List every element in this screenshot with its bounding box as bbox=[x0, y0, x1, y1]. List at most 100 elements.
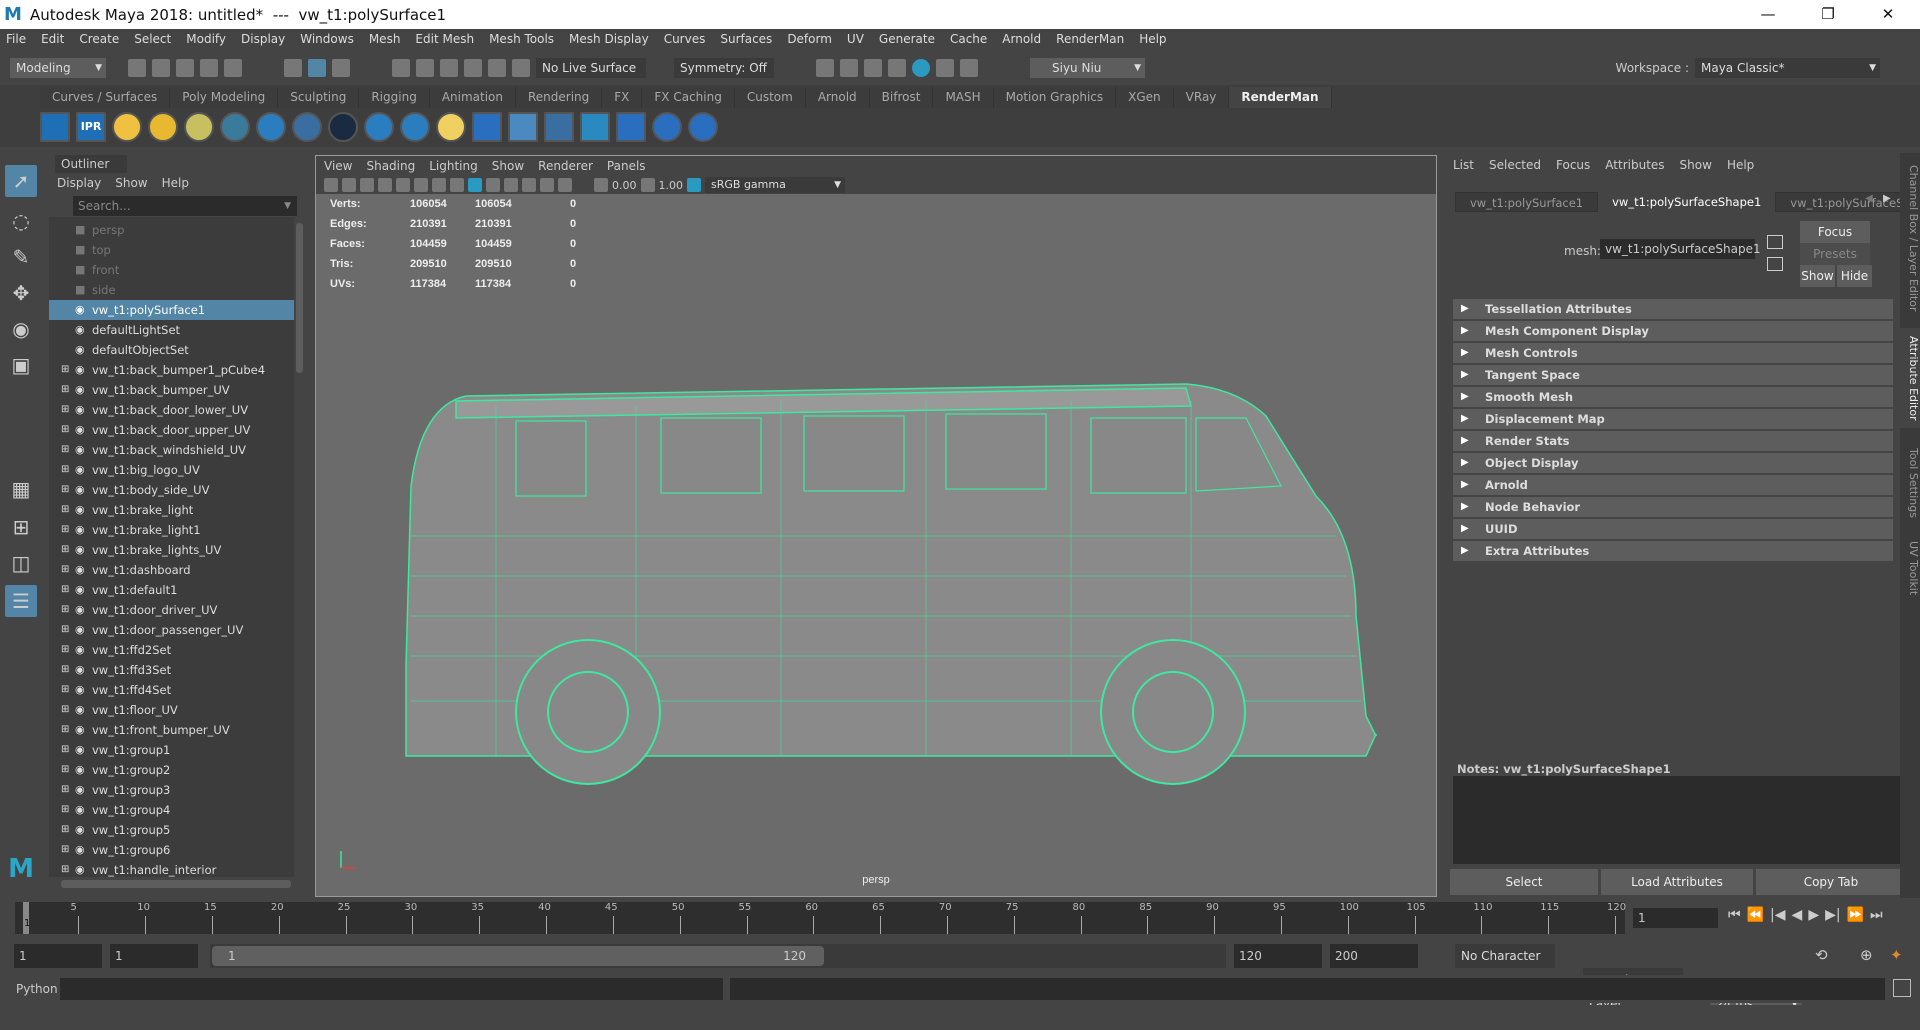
rotate-tool-icon[interactable]: ◉ bbox=[5, 313, 37, 345]
move-tool-icon[interactable]: ✥ bbox=[5, 277, 37, 309]
menu-generate[interactable]: Generate bbox=[879, 32, 935, 46]
expand-icon[interactable]: ⊞ bbox=[61, 680, 69, 700]
menu-select[interactable]: Select bbox=[134, 32, 171, 46]
snap-surface-icon[interactable] bbox=[488, 59, 506, 77]
minimize-button[interactable]: — bbox=[1745, 0, 1791, 29]
tab-scroll-left-icon[interactable]: ◀ bbox=[1865, 193, 1873, 204]
anim-prefs-icon[interactable]: ✦ bbox=[1890, 946, 1903, 964]
outliner-item[interactable]: ⊞ ◉ vw_t1:group5 bbox=[49, 820, 294, 840]
command-input[interactable] bbox=[60, 978, 723, 1000]
ae-menu-attributes[interactable]: Attributes bbox=[1605, 158, 1664, 172]
four-view-layout-icon[interactable]: ⊞ bbox=[5, 511, 37, 543]
scene-start-field[interactable]: 1 bbox=[14, 944, 102, 968]
env-light-icon[interactable] bbox=[184, 112, 214, 142]
menu-arnold[interactable]: Arnold bbox=[1002, 32, 1041, 46]
menu-display[interactable]: Display bbox=[241, 32, 285, 46]
ae-menu-selected[interactable]: Selected bbox=[1489, 158, 1541, 172]
outliner-item[interactable]: ⊞ ◉ vw_t1:body_side_UV bbox=[49, 480, 294, 500]
outliner-item[interactable]: ■ top bbox=[49, 240, 294, 260]
outliner-item[interactable]: ⊞ ◉ vw_t1:group6 bbox=[49, 840, 294, 860]
portal-light-icon[interactable] bbox=[220, 112, 250, 142]
attribute-section[interactable]: ▶ Smooth Mesh bbox=[1453, 387, 1893, 407]
go-to-start-icon[interactable]: ⏮ bbox=[1728, 907, 1741, 923]
node-tab[interactable]: vw_t1:polySurfaceShape1 bbox=[1598, 192, 1776, 212]
step-forward-frame-icon[interactable]: ▶| bbox=[1825, 907, 1840, 923]
hide-button[interactable]: Hide bbox=[1837, 265, 1872, 287]
play-backward-icon[interactable]: ◀ bbox=[1792, 907, 1803, 923]
range-slider-handle[interactable]: 1 120 bbox=[212, 946, 824, 966]
outliner-vscrollbar[interactable] bbox=[296, 223, 303, 373]
copy-tab-button[interactable]: Copy Tab bbox=[1756, 869, 1906, 895]
pause-icon[interactable] bbox=[960, 59, 978, 77]
outliner-item[interactable]: ⊞ ◉ vw_t1:brake_light1 bbox=[49, 520, 294, 540]
outliner-item[interactable]: ⊞ ◉ vw_t1:dashboard bbox=[49, 560, 294, 580]
outliner-item[interactable]: ◉ defaultLightSet bbox=[49, 320, 294, 340]
outliner-item[interactable]: ⊞ ◉ vw_t1:back_windshield_UV bbox=[49, 440, 294, 460]
menu-renderman[interactable]: RenderMan bbox=[1056, 32, 1124, 46]
help-icon[interactable] bbox=[688, 112, 718, 142]
outliner-item[interactable]: ■ side bbox=[49, 280, 294, 300]
outliner-item[interactable]: ⊞ ◉ vw_t1:big_logo_UV bbox=[49, 460, 294, 480]
attribute-section[interactable]: ▶ Displacement Map bbox=[1453, 409, 1893, 429]
outliner-item[interactable]: ⊞ ◉ vw_t1:ffd2Set bbox=[49, 640, 294, 660]
ae-menu-list[interactable]: List bbox=[1453, 158, 1474, 172]
attribute-section[interactable]: ▶ Tessellation Attributes bbox=[1453, 299, 1893, 319]
expand-icon[interactable]: ⊞ bbox=[61, 700, 69, 720]
paint-select-icon[interactable]: ✎ bbox=[5, 241, 37, 273]
outliner-hscrollbar[interactable] bbox=[61, 880, 291, 888]
mesh-name-field[interactable]: vw_t1:polySurfaceShape1 bbox=[1600, 239, 1761, 259]
snap-curve-icon[interactable] bbox=[416, 59, 434, 77]
ipr-render-icon[interactable] bbox=[864, 59, 882, 77]
menu-modify[interactable]: Modify bbox=[186, 32, 226, 46]
shelf-tab-fx-caching[interactable]: FX Caching bbox=[642, 87, 735, 108]
expand-icon[interactable]: ⊞ bbox=[61, 560, 69, 580]
live-surface-field[interactable]: No Live Surface bbox=[536, 58, 646, 78]
menu-cache[interactable]: Cache bbox=[950, 32, 987, 46]
expand-icon[interactable]: ⊞ bbox=[61, 400, 69, 420]
texture-icon[interactable] bbox=[580, 112, 610, 142]
redo-icon[interactable] bbox=[224, 59, 242, 77]
expand-icon[interactable]: ⊞ bbox=[61, 640, 69, 660]
expand-icon[interactable]: ⊞ bbox=[61, 720, 69, 740]
menu-edit[interactable]: Edit bbox=[41, 32, 64, 46]
step-back-key-icon[interactable]: ⏪ bbox=[1747, 907, 1764, 923]
expand-icon[interactable]: ⊞ bbox=[61, 440, 69, 460]
outliner-item[interactable]: ⊞ ◉ vw_t1:back_bumper_UV bbox=[49, 380, 294, 400]
user-account-dropdown[interactable]: Siyu Niu ▼ bbox=[1030, 58, 1145, 78]
attribute-section[interactable]: ▶ Object Display bbox=[1453, 453, 1893, 473]
select-object-icon[interactable] bbox=[308, 59, 326, 77]
shelf-tab-vray[interactable]: VRay bbox=[1173, 87, 1230, 108]
playback-start-field[interactable]: 1 bbox=[110, 944, 198, 968]
expand-icon[interactable]: ⊞ bbox=[61, 540, 69, 560]
shelf-tab-sculpting[interactable]: Sculpting bbox=[278, 87, 360, 108]
script-editor-icon[interactable] bbox=[1893, 979, 1911, 997]
snap-point-icon[interactable] bbox=[440, 59, 458, 77]
render-settings-icon[interactable] bbox=[888, 59, 906, 77]
expand-icon[interactable]: ⊞ bbox=[61, 360, 69, 380]
outliner-item[interactable]: ⊞ ◉ vw_t1:default1 bbox=[49, 580, 294, 600]
outliner-item[interactable]: ⊞ ◉ vw_t1:front_bumper_UV bbox=[49, 720, 294, 740]
outliner-layout-icon[interactable]: ☰ bbox=[5, 585, 37, 617]
character-set-dropdown[interactable]: No Character Set bbox=[1455, 944, 1555, 987]
render-frame-icon[interactable] bbox=[816, 59, 834, 77]
menu-create[interactable]: Create bbox=[79, 32, 119, 46]
load-input-icon[interactable] bbox=[1767, 235, 1783, 249]
attribute-section[interactable]: ▶ Render Stats bbox=[1453, 431, 1893, 451]
menu-edit-mesh[interactable]: Edit Mesh bbox=[415, 32, 474, 46]
expand-icon[interactable]: ⊞ bbox=[61, 740, 69, 760]
render-view-icon[interactable] bbox=[936, 59, 954, 77]
menu-mesh[interactable]: Mesh bbox=[369, 32, 401, 46]
shelf-tab-renderman[interactable]: RenderMan bbox=[1229, 87, 1332, 108]
current-frame-field[interactable]: 1 bbox=[1633, 908, 1718, 928]
close-button[interactable]: ✕ bbox=[1865, 0, 1911, 29]
outliner-search-input[interactable]: Search... ▼ bbox=[73, 196, 297, 216]
select-button[interactable]: Select bbox=[1450, 869, 1598, 895]
ae-menu-focus[interactable]: Focus bbox=[1556, 158, 1590, 172]
tab-uv-toolkit[interactable]: UV Toolkit bbox=[1900, 533, 1920, 603]
outliner-item[interactable]: ⊞ ◉ vw_t1:handle_interior bbox=[49, 860, 294, 877]
expand-icon[interactable]: ⊞ bbox=[61, 420, 69, 440]
eye-icon[interactable] bbox=[400, 112, 430, 142]
shelf-tab-mash[interactable]: MASH bbox=[933, 87, 994, 108]
open-scene-icon[interactable] bbox=[152, 59, 170, 77]
tab-tool-settings[interactable]: Tool Settings bbox=[1900, 443, 1920, 523]
